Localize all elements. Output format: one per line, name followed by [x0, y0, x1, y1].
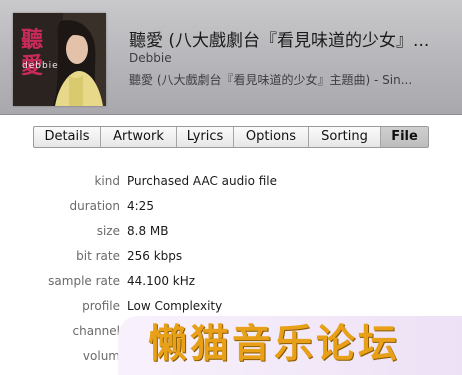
song-album: 聽愛 (八大戲劇台『看見味道的少女』主題曲) - Sin...	[129, 73, 413, 87]
info-value: 256 kbps	[127, 249, 183, 263]
watermark-text: 懒猫音乐论坛	[148, 322, 401, 367]
forum-watermark: 懒猫音乐论坛	[118, 316, 462, 375]
tab-options[interactable]: Options	[234, 127, 309, 147]
artwork-title-text: 聽愛	[21, 27, 44, 79]
info-label: sample rate	[48, 274, 120, 288]
album-artwork[interactable]: 聽愛 debbie	[13, 13, 106, 106]
info-row-kind: kind Purchased AAC audio file	[0, 174, 462, 194]
info-label: kind	[94, 174, 120, 188]
info-label: size	[96, 224, 120, 238]
info-row-duration: duration 4:25	[0, 199, 462, 219]
tab-file[interactable]: File	[381, 127, 428, 147]
tab-sorting[interactable]: Sorting	[309, 127, 381, 147]
info-row-size: size 8.8 MB	[0, 224, 462, 244]
song-artist: Debbie	[129, 51, 172, 65]
info-label: volum	[82, 349, 120, 363]
song-title: 聽愛 (八大戲劇台『看見味道的少女』...	[129, 31, 430, 51]
song-header: 聽愛 debbie 聽愛 (八大戲劇台『看見味道的少女』... Debbie 聽…	[0, 0, 462, 115]
info-label: profile	[82, 299, 120, 313]
artwork-artist-caption: debbie	[22, 61, 59, 71]
info-value: 8.8 MB	[127, 224, 169, 238]
info-row-bit-rate: bit rate 256 kbps	[0, 249, 462, 269]
info-row-sample-rate: sample rate 44.100 kHz	[0, 274, 462, 294]
tab-lyrics[interactable]: Lyrics	[177, 127, 234, 147]
info-label: duration	[69, 199, 121, 213]
tab-artwork[interactable]: Artwork	[101, 127, 177, 147]
info-tab-bar: Details Artwork Lyrics Options Sorting F…	[33, 126, 429, 148]
info-value: Low Complexity	[127, 299, 223, 313]
info-label: bit rate	[76, 249, 120, 263]
tab-details[interactable]: Details	[34, 127, 101, 147]
info-value: Purchased AAC audio file	[127, 174, 277, 188]
info-value: 44.100 kHz	[127, 274, 196, 288]
info-value: 4:25	[127, 199, 154, 213]
info-label: channel	[72, 324, 120, 338]
